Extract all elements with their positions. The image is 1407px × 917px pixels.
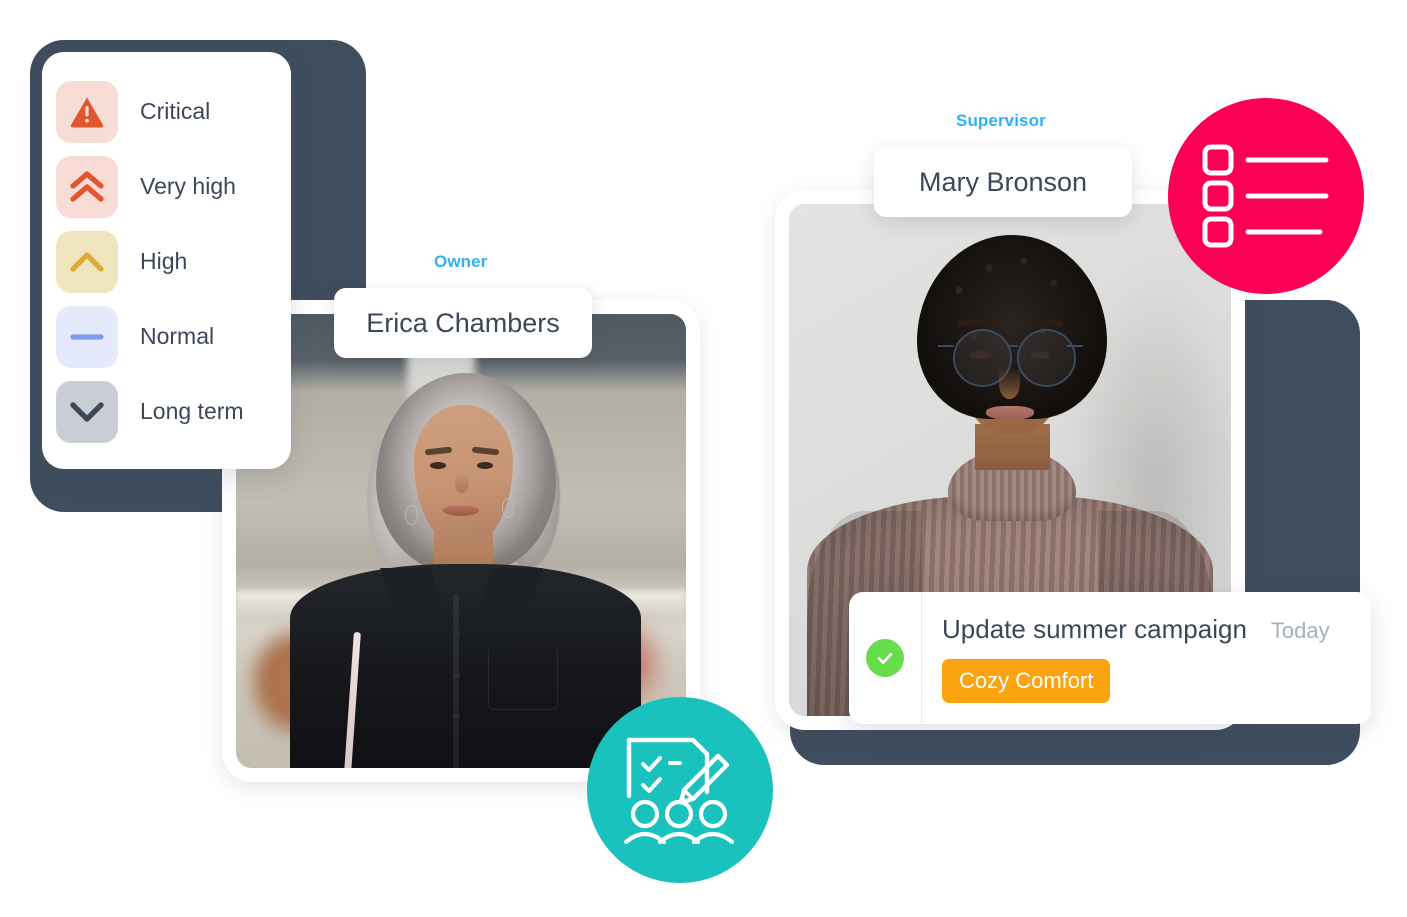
task-card[interactable]: Update summer campaign Today Cozy Comfor…: [849, 592, 1371, 724]
task-complete-toggle[interactable]: [849, 592, 922, 724]
supervisor-name-pill[interactable]: Mary Bronson: [874, 147, 1132, 217]
priority-legend-label: Long term: [140, 398, 244, 424]
priority-legend-label: Normal: [140, 323, 215, 349]
supervisor-name-text: Mary Bronson: [918, 166, 1088, 197]
task-title: Update summer campaign: [942, 614, 1247, 644]
priority-legend-card: Critical Very high High Normal Long term: [42, 52, 291, 469]
priority-legend-label: Critical: [140, 98, 211, 124]
double-chevron-up-icon: [56, 155, 118, 218]
priority-legend-item-critical[interactable]: Critical: [42, 74, 291, 149]
task-tag-badge[interactable]: Cozy Comfort: [942, 659, 1111, 703]
team-review-icon: [587, 697, 773, 883]
priority-legend-label: High: [140, 248, 188, 274]
composition-canvas: Owner Erica Chambers Supervisor Mary Bro…: [0, 0, 1407, 917]
supervisor-role-label: Supervisor: [956, 111, 1046, 130]
chevron-up-icon: [56, 230, 118, 293]
priority-legend-item-high[interactable]: High: [42, 224, 291, 299]
critical-triangle-icon: [56, 80, 118, 143]
owner-name-pill[interactable]: Erica Chambers: [334, 288, 592, 358]
owner-name-text: Erica Chambers: [366, 307, 560, 338]
check-circle-icon: [866, 639, 904, 677]
priority-legend-label: Very high: [140, 173, 236, 199]
owner-portrait-photo: [236, 314, 686, 768]
checklist-icon: [1168, 98, 1364, 294]
priority-legend-item-normal[interactable]: Normal: [42, 299, 291, 374]
task-title-row: Update summer campaign Today: [942, 614, 1353, 645]
owner-role-label: Owner: [434, 252, 488, 271]
chevron-down-icon: [56, 380, 118, 443]
owner-photo-card[interactable]: [222, 300, 700, 782]
priority-legend-item-very-high[interactable]: Very high: [42, 149, 291, 224]
minus-dash-icon: [56, 305, 118, 368]
task-details: Update summer campaign Today Cozy Comfor…: [922, 592, 1371, 724]
priority-legend-item-long-term[interactable]: Long term: [42, 374, 291, 449]
task-due-date: Today: [1270, 618, 1330, 643]
